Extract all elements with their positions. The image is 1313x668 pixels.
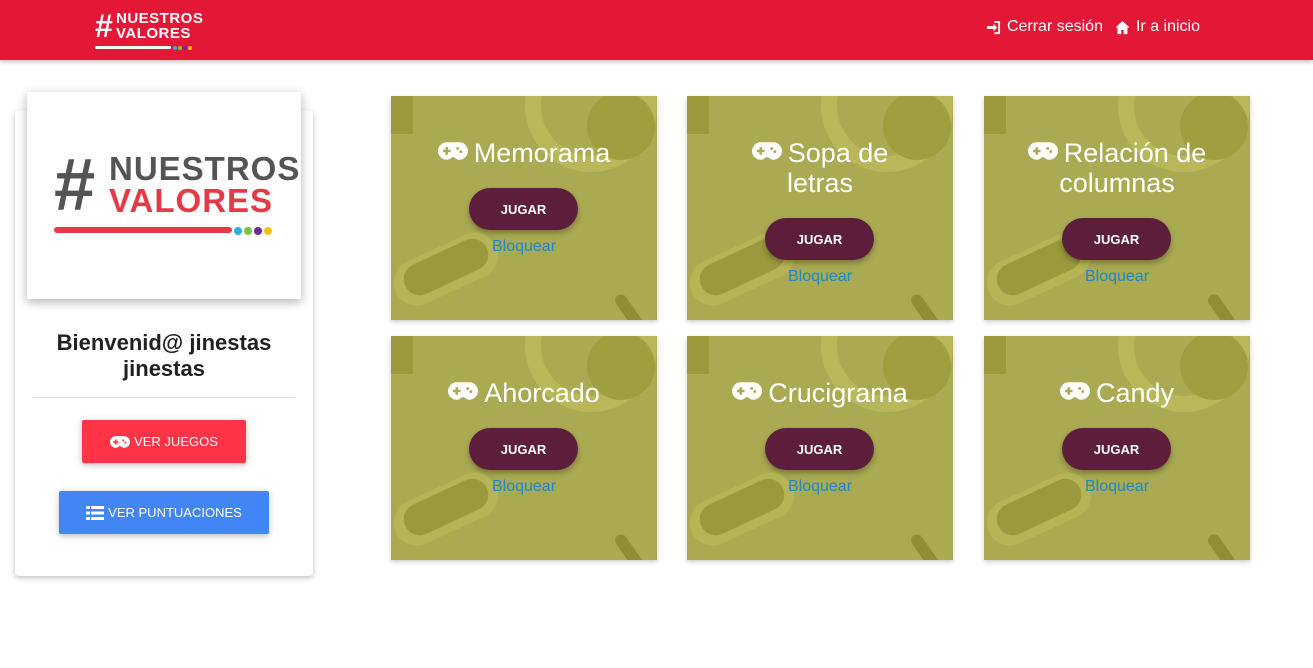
play-button[interactable]: JUGAR bbox=[469, 428, 578, 470]
logo-underline bbox=[54, 227, 232, 233]
logo-line-2: VALORES bbox=[116, 25, 191, 42]
profile-logo-box: # NUESTROS VALORES bbox=[27, 92, 301, 299]
home-icon bbox=[1115, 20, 1130, 34]
game-card: Ahorcado JUGAR Bloquear bbox=[391, 336, 657, 560]
navbar-links: Cerrar sesión Ir a inicio bbox=[986, 18, 1200, 36]
game-card: Relación de columnas JUGAR Bloquear bbox=[984, 96, 1250, 320]
home-label: Ir a inicio bbox=[1135, 18, 1200, 35]
logo-hash: # bbox=[95, 8, 113, 44]
game-title-text: Memorama bbox=[473, 138, 611, 168]
game-title-text: Crucigrama bbox=[768, 378, 908, 408]
gamepad-icon bbox=[1027, 142, 1058, 160]
gamepad-icon bbox=[448, 382, 479, 400]
game-card: Sopa de letras JUGAR Bloquear bbox=[687, 96, 953, 320]
game-card: Memorama JUGAR Bloquear bbox=[391, 96, 657, 320]
block-link[interactable]: Bloquear bbox=[391, 478, 657, 496]
play-button[interactable]: JUGAR bbox=[1062, 218, 1171, 260]
navbar-logo[interactable]: # NUESTROS VALORES bbox=[95, 8, 203, 52]
game-title-text: Ahorcado bbox=[484, 378, 600, 408]
logout-link[interactable]: Cerrar sesión bbox=[986, 18, 1103, 36]
view-games-button[interactable]: VER JUEGOS bbox=[82, 420, 246, 463]
gamepad-icon bbox=[1059, 382, 1090, 400]
logo-dot bbox=[183, 46, 187, 50]
game-title-text: Candy bbox=[1095, 378, 1175, 408]
logout-label: Cerrar sesión bbox=[1006, 18, 1103, 35]
logo-dot bbox=[264, 227, 272, 235]
logo-dot bbox=[188, 46, 192, 50]
view-scores-button[interactable]: VER PUNTUACIONES bbox=[59, 491, 269, 534]
play-button[interactable]: JUGAR bbox=[765, 218, 874, 260]
home-link[interactable]: Ir a inicio bbox=[1115, 18, 1200, 36]
block-link[interactable]: Bloquear bbox=[391, 238, 657, 256]
block-link[interactable]: Bloquear bbox=[984, 268, 1250, 286]
logo-hash: # bbox=[54, 143, 96, 226]
logo-dot bbox=[254, 227, 262, 235]
game-title-text: Sopa de letras bbox=[786, 138, 889, 198]
logo-dot bbox=[244, 227, 252, 235]
card-pattern bbox=[687, 96, 953, 320]
view-scores-label: VER PUNTUACIONES bbox=[108, 505, 242, 520]
sign-in-icon bbox=[986, 20, 1000, 34]
gamepad-icon bbox=[437, 142, 468, 160]
game-card: Candy JUGAR Bloquear bbox=[984, 336, 1250, 560]
block-link[interactable]: Bloquear bbox=[687, 478, 953, 496]
game-title: Memorama bbox=[391, 138, 657, 168]
play-button[interactable]: JUGAR bbox=[1062, 428, 1171, 470]
card-pattern bbox=[984, 96, 1250, 320]
block-link[interactable]: Bloquear bbox=[687, 268, 953, 286]
nuestros-valores-logo: # NUESTROS VALORES bbox=[54, 148, 299, 237]
navbar: # NUESTROS VALORES Cerrar sesión Ir a in… bbox=[0, 0, 1313, 60]
gamepad-icon bbox=[110, 435, 131, 448]
welcome-heading: Bienvenid@ jinestas jinestas bbox=[56, 330, 272, 381]
game-title: Candy bbox=[984, 378, 1250, 408]
play-button[interactable]: JUGAR bbox=[765, 428, 874, 470]
logo-dot bbox=[173, 46, 177, 50]
game-card: Crucigrama JUGAR Bloquear bbox=[687, 336, 953, 560]
logo-line-1: NUESTROS bbox=[109, 150, 301, 187]
view-games-label: VER JUEGOS bbox=[134, 434, 218, 449]
logo-line-2: VALORES bbox=[109, 182, 274, 219]
logo-underline bbox=[95, 46, 171, 49]
play-button[interactable]: JUGAR bbox=[469, 188, 578, 230]
block-link[interactable]: Bloquear bbox=[984, 478, 1250, 496]
logo-dot bbox=[234, 227, 242, 235]
gamepad-icon bbox=[751, 142, 782, 160]
list-icon bbox=[86, 505, 105, 520]
gamepad-icon bbox=[732, 382, 763, 400]
game-title-text: Relación de columnas bbox=[1059, 138, 1207, 198]
game-title: Sopa de letras bbox=[687, 138, 953, 198]
divider bbox=[33, 397, 295, 398]
logo-dot bbox=[178, 46, 182, 50]
game-title: Relación de columnas bbox=[984, 138, 1250, 198]
game-title: Ahorcado bbox=[391, 378, 657, 408]
game-title: Crucigrama bbox=[687, 378, 953, 408]
